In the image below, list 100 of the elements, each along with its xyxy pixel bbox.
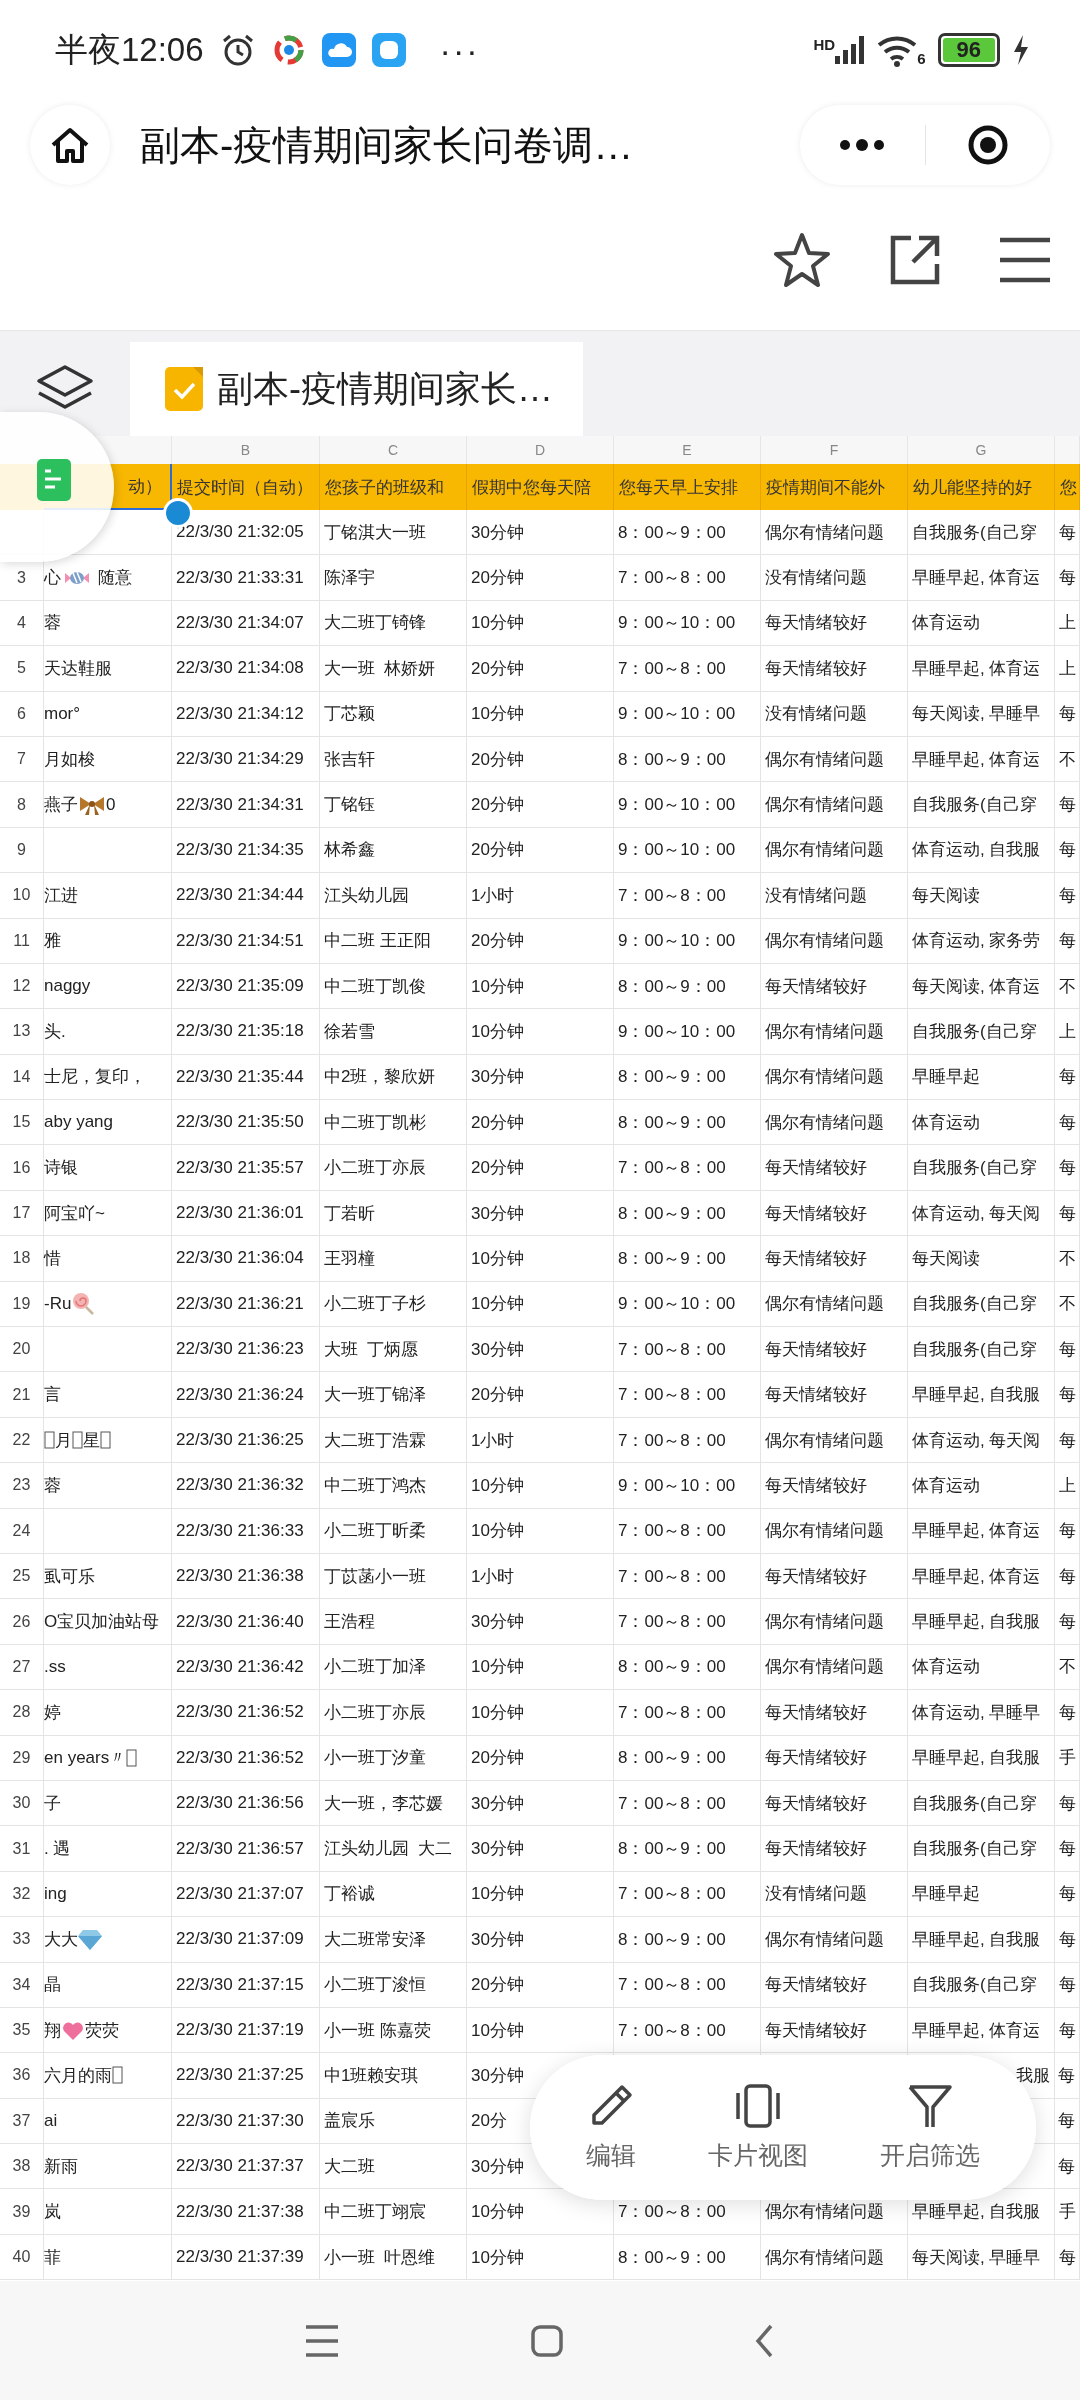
table-cell: 体育运动, 早睡早 xyxy=(908,1690,1055,1736)
action-button[interactable]: 卡片视图 xyxy=(708,2083,808,2172)
row-number: 15 xyxy=(0,1100,44,1146)
row-number: 37 xyxy=(0,2098,44,2145)
table-cell: 体育运动, 自我服 xyxy=(908,827,1055,874)
table-cell: 自我服务(自己穿 xyxy=(908,1962,1055,2008)
table-cell: 22/3/30 21:34:07 xyxy=(172,600,320,647)
table-cell: 上 xyxy=(1055,600,1080,647)
column-header[interactable]: 您 xyxy=(1055,464,1080,510)
table-cell: 体育运动, 家务劳 xyxy=(908,918,1055,964)
table-cell: 没有情绪问题 xyxy=(761,873,908,919)
menu-icon[interactable] xyxy=(304,2322,340,2359)
sheet-tab[interactable]: 副本-疫情期间家长… xyxy=(130,342,583,436)
row-number: 9 xyxy=(0,827,44,874)
table-cell: 8：00～9：00 xyxy=(614,2234,761,2281)
table-cell: 中二班丁翊宸 xyxy=(320,2189,467,2235)
wifi-icon xyxy=(877,33,918,67)
missing-glyph-icon xyxy=(126,1747,138,1768)
table-cell: 每天阅读 xyxy=(908,873,1055,919)
table-cell: 每 xyxy=(1055,1054,1080,1101)
table-cell: 7：00～8：00 xyxy=(614,873,761,919)
table-cell: 22/3/30 21:37:37 xyxy=(172,2144,320,2190)
table-cell: 王羽橦 xyxy=(320,1236,467,1282)
table-cell: 偶尔有情绪问题 xyxy=(761,2234,908,2281)
table-cell: 每 xyxy=(1055,782,1080,828)
table-cell: 每天情绪较好 xyxy=(761,1780,908,1827)
table-cell: 22/3/30 21:34:08 xyxy=(172,646,320,692)
table-cell: 7：00～8：00 xyxy=(614,1554,761,1600)
cell-text: 星 xyxy=(83,1429,100,1452)
row-number: 34 xyxy=(0,1962,44,2008)
table-cell: 10分钟 xyxy=(467,2234,614,2281)
table-cell: 偶尔有情绪问题 xyxy=(761,736,908,783)
table-cell: 22/3/30 21:36:38 xyxy=(172,1554,320,1600)
table-cell: 每天情绪较好 xyxy=(761,646,908,692)
row-number: 36 xyxy=(0,2053,44,2099)
table-cell: 岚 xyxy=(44,2189,172,2235)
target-icon[interactable] xyxy=(966,124,1009,166)
table-cell: 每 xyxy=(1055,918,1080,964)
table-cell: 8：00～9：00 xyxy=(614,510,761,556)
row-number: 24 xyxy=(0,1508,44,1554)
table-cell: 每天情绪较好 xyxy=(761,1190,908,1237)
row-number: 30 xyxy=(0,1780,44,1827)
table-cell: 7：00～8：00 xyxy=(614,1690,761,1736)
layers-icon[interactable] xyxy=(35,363,95,411)
column-header[interactable]: 假期中您每天陪 xyxy=(467,464,614,510)
cell-text: 心 xyxy=(44,567,61,590)
star-icon[interactable] xyxy=(772,231,832,289)
row-number: 5 xyxy=(0,646,44,692)
table-cell: 偶尔有情绪问题 xyxy=(761,1599,908,1645)
column-header[interactable]: 您孩子的班级和 xyxy=(320,464,467,510)
table-cell: 偶尔有情绪问题 xyxy=(761,1100,908,1146)
table-cell: 大二班丁浩霖 xyxy=(320,1417,467,1464)
table-cell: 8：00～9：00 xyxy=(614,963,761,1010)
table-cell: 每 xyxy=(1055,1508,1080,1554)
table-cell: 30分钟 xyxy=(467,1054,614,1101)
row-number: 27 xyxy=(0,1644,44,1691)
table-cell: 小二班丁子杉 xyxy=(320,1281,467,1328)
document-icon xyxy=(165,367,203,411)
table-cell: 10分钟 xyxy=(467,1236,614,1282)
table-cell: 20分钟 xyxy=(467,1100,614,1146)
column-header[interactable]: 疫情期间不能外 xyxy=(761,464,908,510)
filter-icon xyxy=(907,2083,953,2129)
table-cell: 22/3/30 21:34:51 xyxy=(172,918,320,964)
table-cell: 大班 丁炳愿 xyxy=(320,1327,467,1373)
table-cell: 丁铭淇大一班 xyxy=(320,510,467,556)
table-cell: 22/3/30 21:36:32 xyxy=(172,1463,320,1509)
row-number: 18 xyxy=(0,1236,44,1282)
table-cell: 士尼，复印， xyxy=(44,1054,172,1101)
table-cell: 22/3/30 21:36:57 xyxy=(172,1826,320,1872)
table-cell: 每天情绪较好 xyxy=(761,1145,908,1191)
square-app-icon xyxy=(371,33,406,67)
missing-glyph-icon xyxy=(44,1430,55,1450)
table-cell: 早睡早起, 自我服 xyxy=(908,1917,1055,1963)
table-cell: 婷 xyxy=(44,1690,172,1736)
table-cell: 30分钟 xyxy=(467,1780,614,1827)
table-cell: 月如梭 xyxy=(44,736,172,783)
column-header[interactable]: 您每天早上安排 xyxy=(614,464,761,510)
table-cell: 每 xyxy=(1055,1145,1080,1191)
table-cell: 每 xyxy=(1055,555,1080,601)
table-cell: 偶尔有情绪问题 xyxy=(761,918,908,964)
row-number: 35 xyxy=(0,2007,44,2054)
table-cell: 偶尔有情绪问题 xyxy=(761,1009,908,1055)
table-cell: .ss xyxy=(44,1644,172,1691)
table-cell: 体育运动 xyxy=(908,1644,1055,1691)
table-cell: O宝贝加油站母 xyxy=(44,1599,172,1645)
home-icon[interactable] xyxy=(530,2323,564,2358)
table-cell: 江头幼儿园 大二 xyxy=(320,1826,467,1872)
column-header[interactable]: 幼儿能坚持的好 xyxy=(908,464,1055,510)
table-cell: 每天情绪较好 xyxy=(761,600,908,647)
table-cell: 中二班丁凯彬 xyxy=(320,1100,467,1146)
table-cell: 每 xyxy=(1055,1190,1080,1237)
table-cell: 22/3/30 21:37:09 xyxy=(172,1917,320,1963)
more-icon[interactable] xyxy=(839,137,886,153)
table-cell: 8：00～9：00 xyxy=(614,1826,761,1872)
table-cell: 小二班丁昕柔 xyxy=(320,1508,467,1554)
table-cell: 体育运动 xyxy=(908,600,1055,647)
table-cell: 每 xyxy=(1055,1417,1080,1464)
table-cell: 每 xyxy=(1055,1917,1080,1963)
table-cell: 偶尔有情绪问题 xyxy=(761,1281,908,1328)
row-number: 21 xyxy=(0,1372,44,1418)
